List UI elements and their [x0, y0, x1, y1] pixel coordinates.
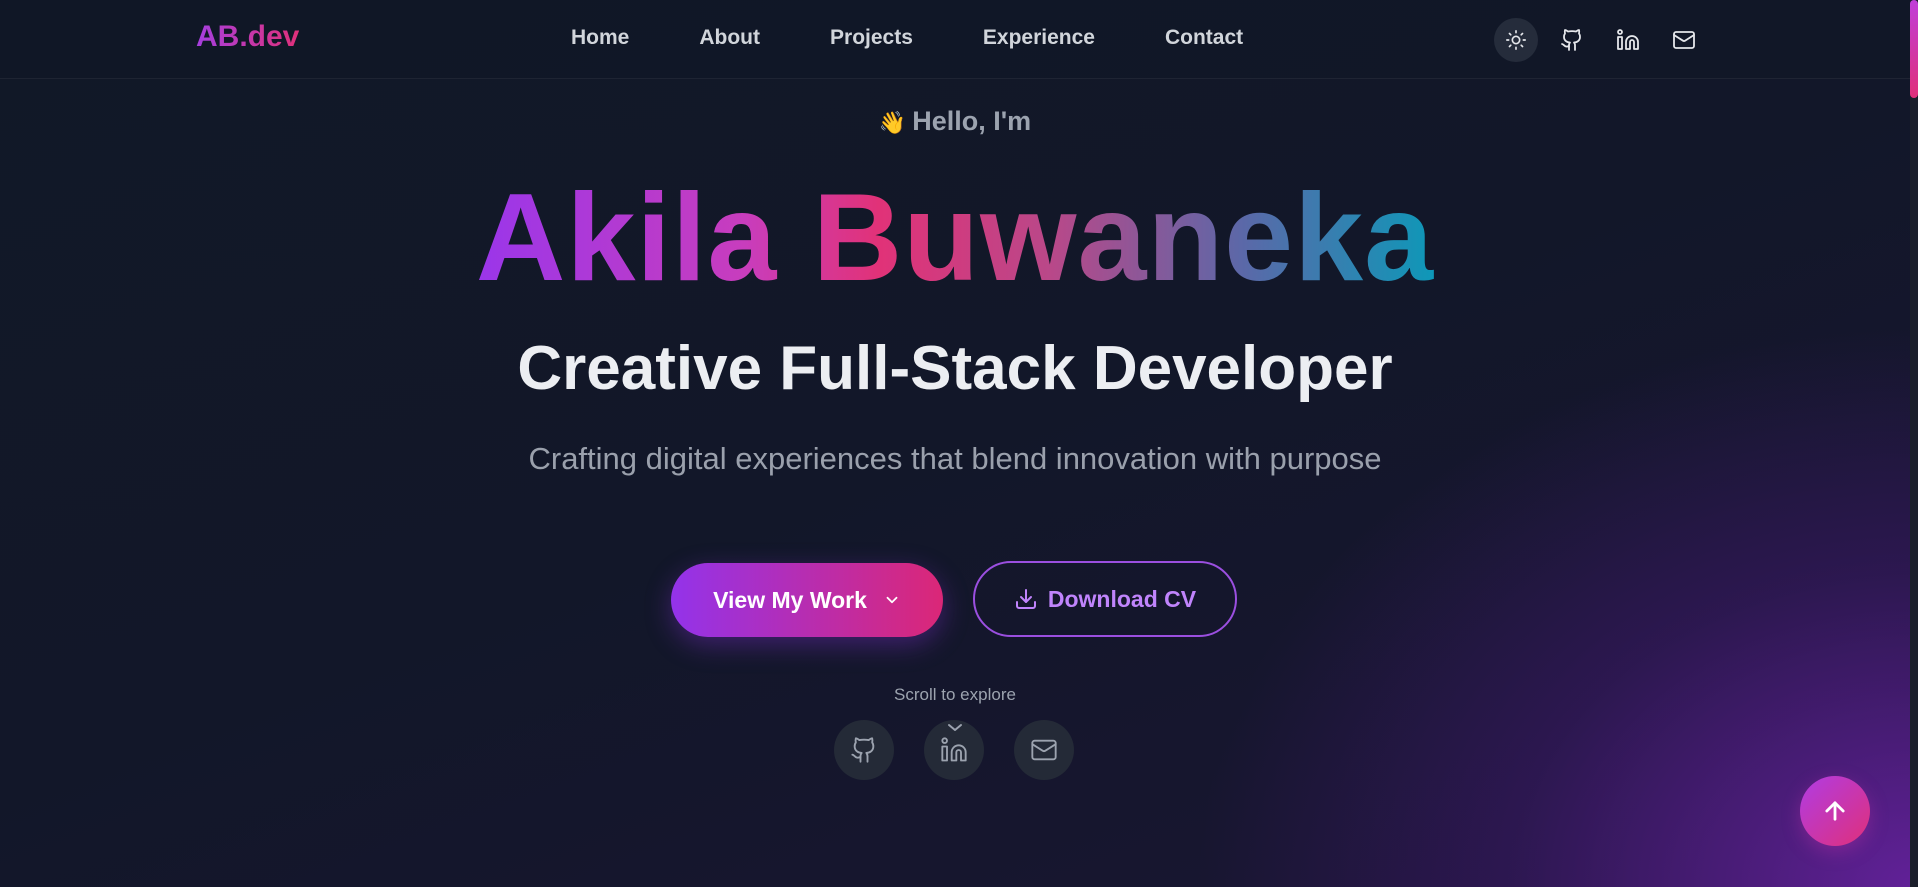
nav-linkedin-link[interactable]	[1606, 18, 1650, 62]
nav-github-link[interactable]	[1550, 18, 1594, 62]
mail-icon	[1673, 31, 1695, 49]
nav-link-projects[interactable]: Projects	[830, 26, 913, 50]
scrollbar-track[interactable]	[1910, 0, 1918, 887]
greeting-text: Hello, I'm	[912, 106, 1032, 136]
github-icon	[851, 737, 875, 763]
nav-icon-group	[1494, 18, 1706, 62]
linkedin-icon	[941, 737, 967, 762]
mail-icon	[1031, 739, 1057, 761]
hero-role: Creative Full-Stack Developer	[517, 334, 1393, 403]
scroll-hint: Scroll to explore	[894, 685, 1016, 704]
hero-tagline: Crafting digital experiences that blend …	[528, 441, 1382, 476]
hero-greeting: 👋 Hello, I'm	[0, 106, 1910, 137]
hero-name-text: Akila Buwaneka	[475, 169, 1435, 307]
site-logo[interactable]: AB.dev	[196, 20, 299, 54]
nav-link-home[interactable]: Home	[571, 26, 629, 50]
github-icon	[1561, 29, 1581, 51]
nav-link-experience[interactable]: Experience	[983, 26, 1095, 50]
arrow-up-icon	[1825, 801, 1845, 821]
nav-links: Home About Projects Experience Contact	[571, 26, 1243, 50]
scroll-to-top-button[interactable]	[1800, 776, 1870, 846]
hero-mail-link[interactable]	[1014, 720, 1074, 780]
scrollbar-thumb[interactable]	[1910, 0, 1918, 98]
view-my-work-label: View My Work	[713, 586, 867, 613]
sun-icon	[1506, 30, 1526, 50]
scroll-chevron-icon	[948, 724, 962, 731]
wave-emoji: 👋	[878, 110, 907, 135]
nav-link-about[interactable]: About	[699, 26, 760, 50]
hero-name: Akila Buwaneka	[0, 168, 1910, 308]
theme-toggle-button[interactable]	[1494, 18, 1538, 62]
chevron-down-icon	[886, 596, 898, 604]
download-cv-button[interactable]: Download CV	[973, 561, 1237, 637]
view-my-work-button[interactable]: View My Work	[671, 563, 943, 637]
download-cv-label: Download CV	[1047, 585, 1197, 612]
download-icon	[1015, 589, 1036, 609]
nav-link-contact[interactable]: Contact	[1165, 26, 1243, 50]
linkedin-icon	[1617, 29, 1639, 50]
top-navbar: AB.dev Home About Projects Experience Co…	[0, 0, 1910, 79]
nav-mail-link[interactable]	[1662, 18, 1706, 62]
hero-github-link[interactable]	[834, 720, 894, 780]
